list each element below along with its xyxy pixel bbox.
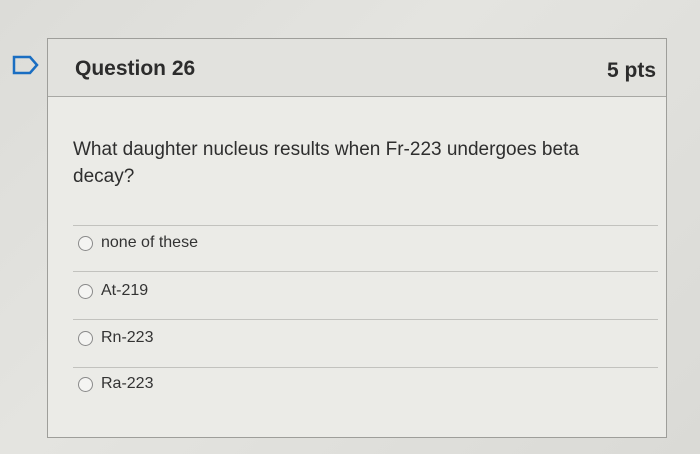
answer-divider [73, 367, 658, 368]
question-points: 5 pts [606, 59, 656, 82]
radio-button[interactable] [78, 235, 93, 251]
answer-divider [73, 271, 658, 272]
answer-option-at-219[interactable]: At-219 [73, 273, 148, 309]
radio-button[interactable] [78, 283, 93, 299]
radio-button[interactable] [78, 330, 93, 346]
answer-label: Ra-223 [101, 375, 154, 392]
question-card: Question 26 5 pts What daughter nucleus … [47, 38, 667, 438]
bookmark-icon[interactable] [12, 55, 40, 75]
answer-option-rn-223[interactable]: Rn-223 [73, 320, 153, 356]
answer-label: none of these [101, 234, 198, 251]
question-text: What daughter nucleus results when Fr-22… [73, 139, 579, 187]
answer-label: Rn-223 [101, 329, 154, 346]
answer-option-ra-223[interactable]: Ra-223 [73, 366, 153, 402]
answer-label: At-219 [101, 282, 149, 299]
radio-button[interactable] [78, 376, 93, 392]
answer-option-none-of-these[interactable]: none of these [73, 225, 198, 261]
question-header: Question 26 5 pts [48, 39, 666, 97]
question-title: Question 26 [75, 57, 196, 80]
answer-divider [73, 319, 658, 320]
